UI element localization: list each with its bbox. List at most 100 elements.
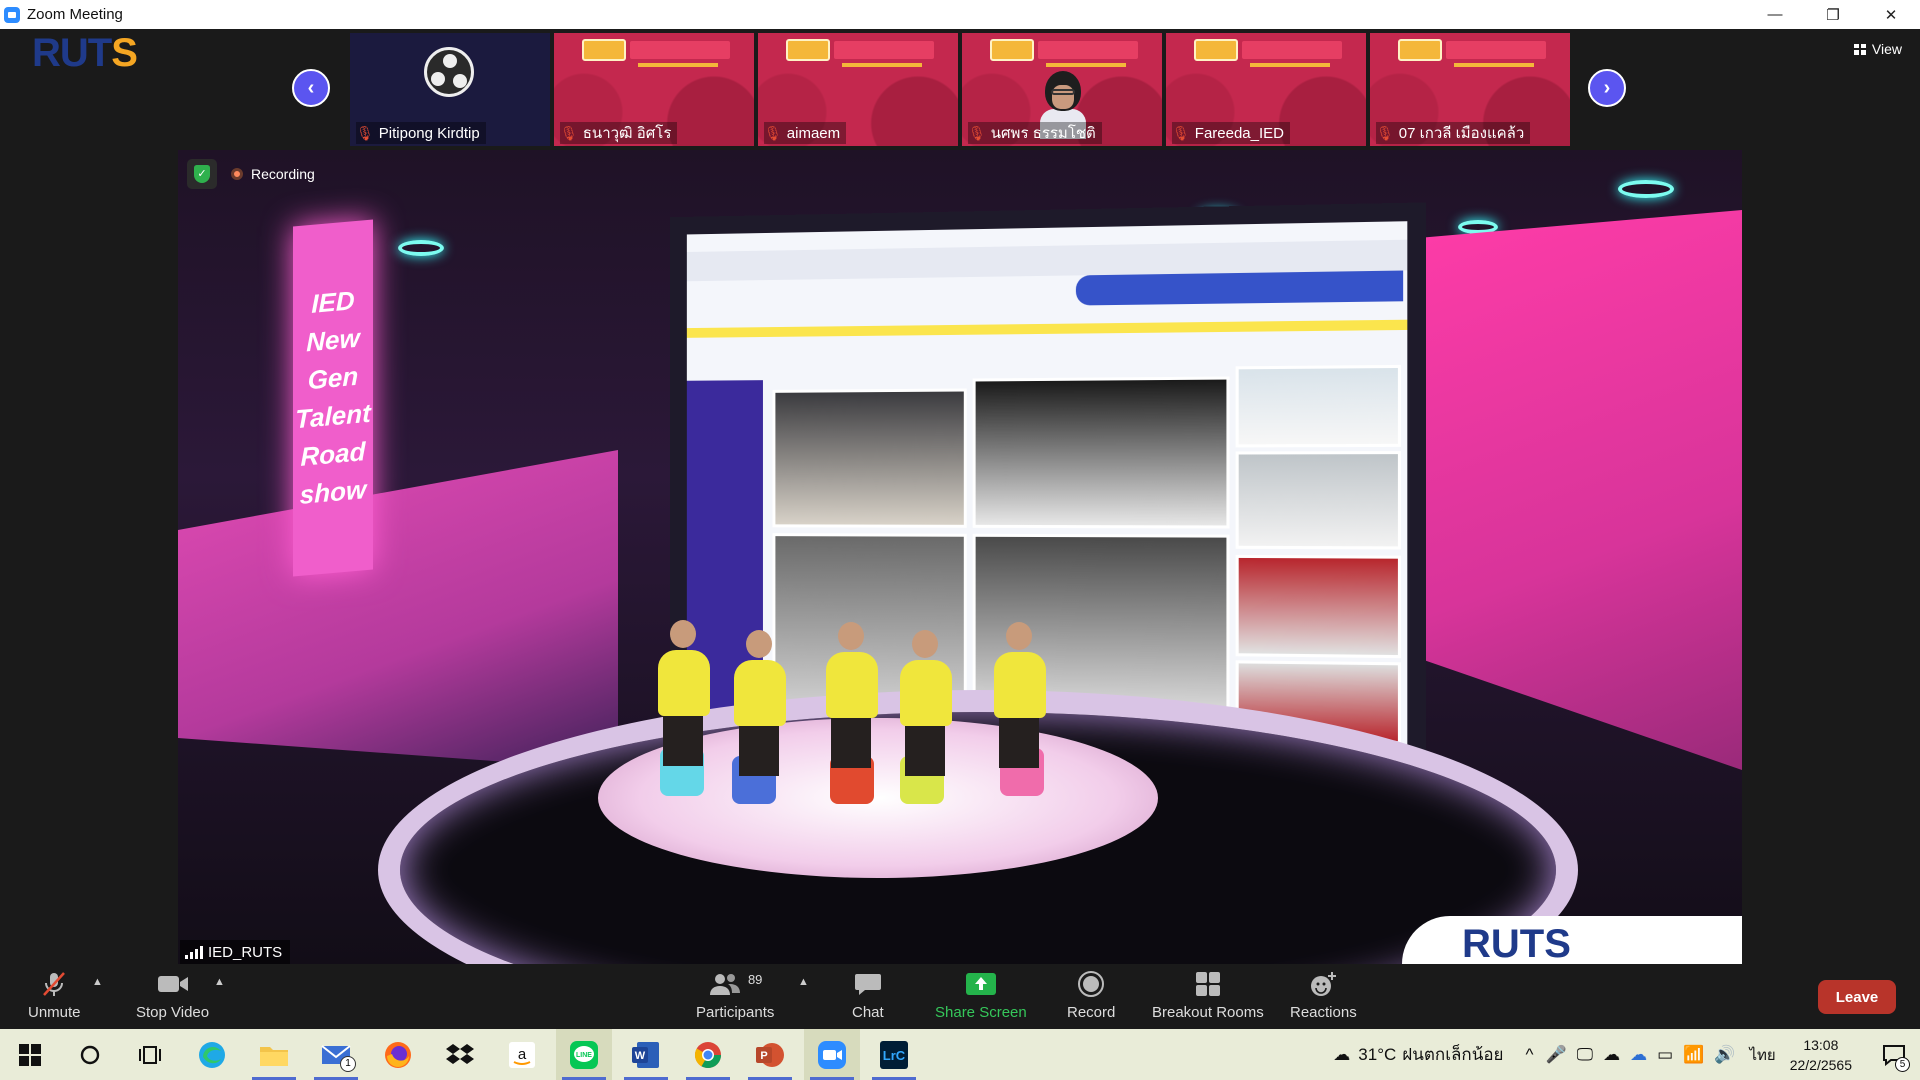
show-hidden-icons-icon[interactable]: ^	[1526, 1045, 1534, 1065]
zoom-app-icon	[4, 7, 20, 23]
participants-count: 89	[748, 972, 762, 987]
stage-light	[398, 240, 444, 256]
close-button[interactable]: ✕	[1862, 0, 1920, 29]
powerpoint-icon[interactable]: P	[742, 1029, 798, 1080]
video-camera-icon	[157, 970, 189, 998]
participant-tile[interactable]: 🎙 นศพร ธรรมโชติ	[962, 33, 1162, 146]
display-icon[interactable]: 🖵	[1577, 1045, 1593, 1065]
dropbox-icon[interactable]	[432, 1029, 488, 1080]
presentation-slide	[687, 221, 1407, 754]
system-tray: ☁ 31°C ฝนตกเล็กน้อย ^ 🎤 🖵 ☁ ☁ ▭ 📶 🔊 ไทย …	[1333, 1029, 1920, 1080]
presenter	[900, 630, 950, 776]
edge-browser-icon[interactable]	[184, 1029, 240, 1080]
participant-name-label: 🎙 Fareeda_IED	[1172, 122, 1290, 144]
battery-icon[interactable]: ▭	[1657, 1045, 1673, 1065]
wifi-icon[interactable]: 📶	[1683, 1045, 1704, 1065]
word-icon[interactable]: W	[618, 1029, 674, 1080]
weather-temperature[interactable]: 31°C	[1358, 1045, 1396, 1065]
view-button[interactable]: View	[1854, 41, 1902, 57]
video-options-caret-icon[interactable]: ▲	[214, 976, 225, 988]
volume-icon[interactable]: 🔊	[1714, 1045, 1735, 1065]
onedrive-icon[interactable]: ☁	[1603, 1045, 1620, 1065]
task-view-icon[interactable]	[122, 1029, 178, 1080]
mic-muted-icon: 🎙	[764, 125, 782, 142]
onedrive-business-icon[interactable]: ☁	[1630, 1045, 1647, 1065]
window-title: Zoom Meeting	[27, 6, 123, 23]
recording-dot-icon	[231, 168, 243, 180]
file-explorer-icon[interactable]	[246, 1029, 302, 1080]
roadshow-banner-image	[582, 39, 732, 63]
audio-options-caret-icon[interactable]: ▲	[92, 976, 103, 988]
mail-badge: 1	[340, 1056, 356, 1072]
meeting-toolbar: Unmute ▲ Stop Video ▲ 89 Participants ▲ …	[0, 964, 1920, 1029]
encryption-shield-icon[interactable]: ✓	[187, 159, 217, 189]
roadshow-banner-image	[786, 39, 936, 63]
share-screen-icon	[965, 970, 997, 998]
participant-name-label: 🎙 aimaem	[764, 122, 846, 144]
share-screen-button[interactable]: Share Screen	[935, 970, 1027, 1021]
presenter	[658, 620, 708, 766]
roadshow-sign: IED New Gen Talent Road show	[293, 220, 373, 577]
unmute-button[interactable]: Unmute	[28, 970, 81, 1021]
notification-count: 5	[1895, 1057, 1910, 1072]
chrome-icon[interactable]	[680, 1029, 736, 1080]
roadshow-banner-image	[1194, 39, 1344, 63]
previous-page-button[interactable]: ‹	[292, 69, 330, 107]
stop-video-button[interactable]: Stop Video	[136, 970, 209, 1021]
participant-tile[interactable]: 🎙 07 เกวลี เมืองแคล้ว	[1370, 33, 1570, 146]
zoom-icon[interactable]	[804, 1029, 860, 1080]
participants-button[interactable]: 89 Participants	[696, 970, 774, 1021]
participant-tile[interactable]: 🎙 Pitipong Kirdtip	[350, 33, 550, 146]
lightroom-classic-icon[interactable]: LrC	[866, 1029, 922, 1080]
firefox-icon[interactable]	[370, 1029, 426, 1080]
weather-icon[interactable]: ☁	[1333, 1045, 1350, 1065]
participant-name-label: 🎙 ธนาวุฒิ อิศโร	[560, 122, 677, 144]
amazon-icon[interactable]: a	[494, 1029, 550, 1080]
svg-text:W: W	[635, 1050, 646, 1062]
weather-description[interactable]: ฝนตกเล็กน้อย	[1402, 1041, 1503, 1068]
participant-name-label: 🎙 Pitipong Kirdtip	[356, 122, 486, 144]
smiley-plus-icon	[1308, 970, 1338, 998]
meeting-area: RUTS View ‹ › 🎙 Pitipong Kirdtip 🎙 ธนาวุ…	[0, 29, 1920, 964]
participant-tile[interactable]: 🎙 Fareeda_IED	[1166, 33, 1366, 146]
mail-icon[interactable]: 1	[308, 1029, 364, 1080]
chat-button[interactable]: Chat	[852, 970, 884, 1021]
stage-wall-right	[1418, 210, 1742, 770]
minimize-button[interactable]: —	[1746, 0, 1804, 29]
breakout-rooms-button[interactable]: Breakout Rooms	[1152, 970, 1264, 1021]
participants-icon: 89	[708, 970, 762, 998]
participant-tile[interactable]: 🎙 ธนาวุฒิ อิศโร	[554, 33, 754, 146]
record-icon	[1077, 970, 1105, 998]
participant-tile[interactable]: 🎙 aimaem	[758, 33, 958, 146]
speaker-name-label: IED_RUTS	[180, 940, 290, 964]
clock-date: 22/2/2565	[1790, 1055, 1852, 1075]
recording-indicator: Recording	[231, 166, 315, 182]
view-label: View	[1872, 41, 1902, 57]
notifications-icon[interactable]: 5	[1874, 1029, 1914, 1080]
mic-muted-icon	[40, 970, 68, 998]
reactions-button[interactable]: Reactions	[1290, 970, 1357, 1021]
svg-text:LrC: LrC	[883, 1048, 906, 1063]
participant-strip: 🎙 Pitipong Kirdtip 🎙 ธนาวุฒิ อิศโร 🎙 aim…	[350, 33, 1570, 146]
svg-text:P: P	[760, 1050, 767, 1062]
taskbar-clock[interactable]: 13:08 22/2/2565	[1790, 1035, 1852, 1075]
windows-taskbar: 1 a LINE W P LrC ☁ 31°C ฝนตกเล็กน้อย ^ 🎤…	[0, 1029, 1920, 1080]
restore-button[interactable]: ❐	[1804, 0, 1862, 29]
input-language[interactable]: ไทย	[1749, 1043, 1775, 1067]
microphone-icon[interactable]: 🎤	[1546, 1045, 1567, 1065]
participant-name-label: 🎙 07 เกวลี เมืองแคล้ว	[1376, 122, 1530, 144]
search-icon[interactable]	[62, 1029, 118, 1080]
ruts-logo: RUTS	[32, 33, 222, 73]
windows-start-icon[interactable]	[2, 1029, 58, 1080]
roadshow-banner-image	[1398, 39, 1548, 63]
roadshow-banner-image	[990, 39, 1140, 63]
participant-name-label: 🎙 นศพร ธรรมโชติ	[968, 122, 1102, 144]
leave-meeting-button[interactable]: Leave	[1818, 980, 1896, 1014]
grid-view-icon	[1854, 44, 1866, 55]
next-page-button[interactable]: ›	[1588, 69, 1626, 107]
line-app-icon[interactable]: LINE	[556, 1029, 612, 1080]
record-button[interactable]: Record	[1067, 970, 1115, 1021]
mic-muted-icon: 🎙	[1172, 125, 1190, 142]
clock-time: 13:08	[1790, 1035, 1852, 1055]
participants-options-caret-icon[interactable]: ▲	[798, 976, 809, 988]
